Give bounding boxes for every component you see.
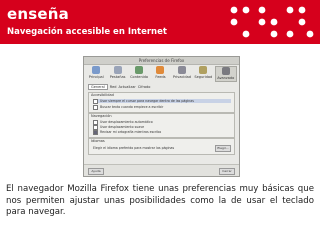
tab-actualizar[interactable]: Actualizar — [118, 85, 135, 89]
toolbar-item-feeds[interactable]: Feeds — [150, 66, 170, 82]
toolbar-item-contenido[interactable]: Contenido — [129, 66, 149, 82]
browsing-group-title: Navegación — [91, 114, 112, 118]
option-cursor-navigation[interactable]: Usar siempre el cursor para navegar dent… — [93, 98, 231, 104]
browsing-group: Navegación Usar desplazamiento automátic… — [88, 113, 235, 138]
brand-title: enseña — [7, 5, 69, 23]
help-button[interactable]: Ayuda — [88, 168, 104, 175]
checkbox[interactable] — [93, 129, 98, 135]
checkbox[interactable] — [93, 98, 98, 104]
advanced-tabs-row: General Red Actualizar Cifrado — [88, 84, 235, 90]
toolbar-item-pestanas[interactable]: Pestañas — [107, 66, 127, 82]
option-smooth-scroll[interactable]: Usar desplazamiento suave — [93, 124, 231, 130]
tab-red[interactable]: Red — [110, 85, 117, 89]
subtitle: Navegación accesible en Internet — [7, 27, 167, 37]
toolbar-item-avanzado[interactable]: Avanzado — [214, 66, 237, 82]
languages-group: Idiomas Elegir el idioma preferido para … — [88, 138, 235, 155]
firefox-preferences-screenshot: Preferencias de Firefox Principal Pestañ… — [83, 56, 240, 177]
languages-group-title: Idiomas — [91, 139, 105, 143]
tabs-icon — [113, 66, 122, 74]
toolbar-item-privacidad[interactable]: Privacidad — [172, 66, 192, 82]
dialog-title: Preferencias de Firefox — [84, 57, 239, 65]
accessibility-group-title: Accesibilidad — [91, 93, 114, 97]
option-autoscroll[interactable]: Usar desplazamiento automático — [93, 119, 231, 125]
home-icon — [92, 66, 101, 74]
gear-icon — [221, 67, 230, 75]
option-spellcheck[interactable]: Revisar mi ortografía mientras escribo — [93, 129, 231, 135]
mask-icon — [177, 66, 186, 74]
dialog-footer: Ayuda Cerrar — [84, 164, 239, 176]
choose-language-button[interactable]: Elegir... — [215, 145, 231, 152]
toolbar-item-principal[interactable]: Principal — [86, 66, 106, 82]
close-button[interactable]: Cerrar — [219, 168, 235, 175]
header-bar: enseña Navegación accesible en Internet — [0, 0, 320, 44]
tab-general[interactable]: General — [88, 84, 108, 90]
option-find-as-you-type[interactable]: Buscar texto cuando empiece a escribir — [93, 104, 231, 110]
tab-cifrado[interactable]: Cifrado — [138, 85, 151, 89]
caption-text: El navegador Mozilla Firefox tiene unas … — [6, 184, 314, 218]
checkbox[interactable] — [93, 104, 98, 110]
languages-description: Elegir el idioma preferido para mostrar … — [93, 146, 175, 150]
feed-icon — [156, 66, 165, 74]
accessibility-group: Accesibilidad Usar siempre el cursor par… — [88, 92, 235, 113]
preferences-toolbar: Principal Pestañas Contenido Feeds Priva… — [86, 66, 237, 82]
toolbar-item-seguridad[interactable]: Seguridad — [193, 66, 213, 82]
lock-icon — [199, 66, 208, 74]
braille-dots-logo — [230, 6, 314, 38]
content-icon — [135, 66, 144, 74]
